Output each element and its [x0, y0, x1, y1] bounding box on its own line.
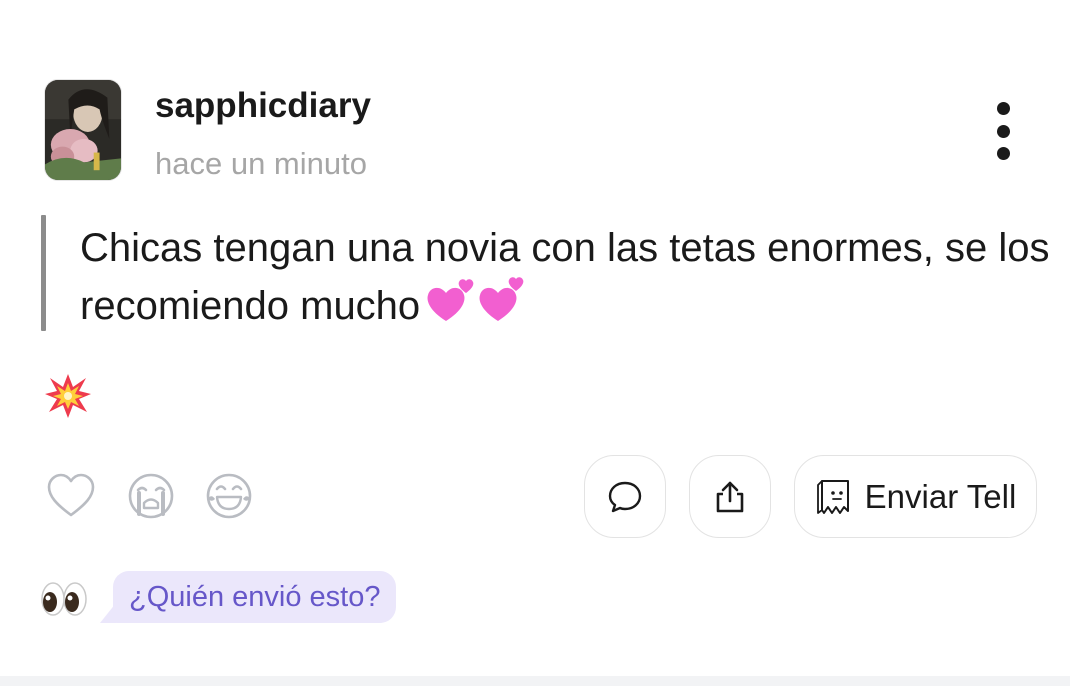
username[interactable]: sapphicdiary: [155, 86, 371, 126]
two-hearts-emoji: [426, 277, 526, 341]
comment-button[interactable]: [584, 455, 666, 538]
heart-icon[interactable]: [47, 472, 95, 520]
more-dot-icon: [996, 147, 1010, 160]
share-upload-icon: [716, 481, 744, 512]
avatar[interactable]: [44, 79, 122, 181]
quote-bar: [41, 215, 46, 331]
eyes-emoji: [40, 580, 88, 618]
more-dot-icon: [996, 102, 1010, 115]
send-tell-label: Enviar Tell: [864, 477, 1017, 515]
share-button[interactable]: [689, 455, 771, 538]
who-sent-this-button[interactable]: ¿Quién envió esto?: [113, 571, 397, 623]
bottom-divider: [0, 676, 1070, 686]
send-tell-button[interactable]: Enviar Tell: [794, 455, 1037, 538]
more-dot-icon: [996, 124, 1010, 138]
post-message: Chicas tengan una novia con las tetas en…: [80, 220, 1050, 341]
post-card: sapphicdiary hace un minuto Chicas tenga…: [0, 0, 1070, 676]
more-options-button[interactable]: [980, 98, 1026, 164]
speech-bubble-icon: [608, 481, 642, 512]
collision-emoji: [44, 372, 92, 420]
crying-face-icon[interactable]: [127, 472, 175, 520]
who-sent-this-label: ¿Quién envió esto?: [129, 580, 381, 613]
laughing-face-icon[interactable]: [205, 472, 253, 520]
timestamp: hace un minuto: [155, 146, 367, 181]
ghost-note-icon: [816, 479, 849, 514]
post-message-text: Chicas tengan una novia con las tetas en…: [80, 226, 1050, 328]
